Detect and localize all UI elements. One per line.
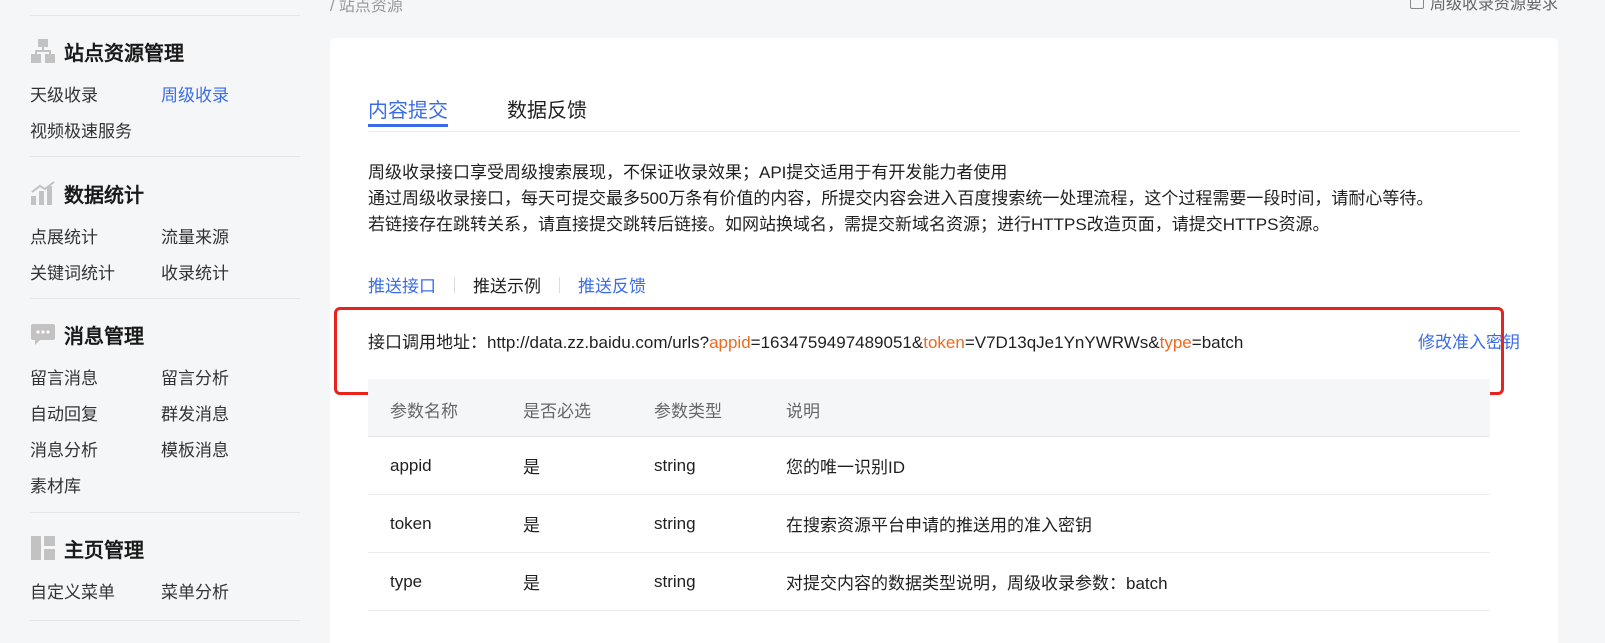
section-title: 主页管理 [64, 539, 144, 562]
sidebar-item-msg-analysis[interactable]: 消息分析 [30, 436, 98, 461]
table-cell: type [390, 571, 423, 591]
sidebar-item-custom-menu[interactable]: 自定义菜单 [30, 578, 115, 603]
tab-data-feedback[interactable]: 数据反馈 [507, 94, 587, 123]
divider [30, 156, 300, 157]
subnav-push-api[interactable]: 推送接口 [368, 272, 436, 297]
table-cell: 您的唯一识别ID [786, 458, 905, 477]
api-url-label: 接口调用地址： [368, 333, 487, 352]
divider [30, 298, 300, 299]
api-url-base: http://data.zz.baidu.com/urls? [487, 333, 710, 352]
table-row: token 是 string 在搜索资源平台申请的推送用的准入密钥 [368, 495, 1490, 553]
column-header: 参数名称 [390, 402, 458, 421]
api-url-row: 接口调用地址：http://data.zz.baidu.com/urls?app… [368, 328, 1520, 353]
sidebar-item-message-analysis[interactable]: 留言分析 [161, 364, 229, 389]
subnav-push-feedback[interactable]: 推送反馈 [578, 272, 646, 297]
divider [454, 276, 455, 293]
sidebar-item-traffic-source[interactable]: 流量来源 [161, 223, 229, 248]
section-title: 站点资源管理 [64, 42, 184, 65]
value-token: =V7D13qJe1YnYWRWs& [964, 333, 1160, 352]
sidebar-item-template-message[interactable]: 模板消息 [161, 436, 229, 461]
table-row: appid 是 string 您的唯一识别ID [368, 437, 1490, 495]
params-table: 参数名称 是否必选 参数类型 说明 appid 是 string 您的唯一识别I… [368, 379, 1490, 611]
sidebar-item-menu-analysis[interactable]: 菜单分析 [161, 578, 229, 603]
param-type: type [1159, 333, 1192, 352]
column-header: 是否必选 [523, 402, 591, 421]
table-cell: 是 [523, 516, 540, 535]
sidebar-item-auto-reply[interactable]: 自动回复 [30, 400, 98, 425]
document-icon [1409, 0, 1424, 9]
table-cell: 是 [523, 458, 540, 477]
subnav-push-example[interactable]: 推送示例 [473, 272, 541, 297]
divider [30, 620, 300, 621]
description-line: 通过周级收录接口，每天可提交最多500万条有价值的内容，所提交内容会进入百度搜索… [368, 189, 1434, 208]
param-token: token [923, 333, 965, 352]
description-line: 周级收录接口享受周级搜索展现，不保证收录效果；API提交适用于有开发能力者使用 [368, 163, 1008, 182]
content-card: 内容提交 数据反馈 周级收录接口享受周级搜索展现，不保证收录效果；API提交适用… [330, 38, 1558, 643]
section-title: 消息管理 [64, 325, 144, 348]
sidebar-item-click-stats[interactable]: 点展统计 [30, 223, 98, 248]
param-appid: appid [709, 333, 751, 352]
section-title: 数据统计 [64, 184, 144, 207]
divider [30, 512, 300, 513]
sidebar: 站点资源管理 天级收录 周级收录 视频极速服务 数据统计 点展统计 流量来源 关… [0, 0, 300, 643]
resource-requirements-link[interactable]: 周级收录资源要求 [1409, 0, 1558, 14]
bar-chart-icon [30, 180, 56, 206]
layout-icon [30, 535, 56, 561]
table-cell: string [654, 571, 696, 591]
sub-navigation: 推送接口 推送示例 推送反馈 [368, 272, 646, 297]
column-header: 参数类型 [654, 402, 722, 421]
sitemap-icon [30, 38, 56, 64]
sidebar-item-mass-message[interactable]: 群发消息 [161, 400, 229, 425]
sidebar-item-keyword-stats[interactable]: 关键词统计 [30, 259, 115, 284]
table-cell: token [390, 513, 432, 533]
sidebar-item-messages[interactable]: 留言消息 [30, 364, 98, 389]
table-cell: string [654, 513, 696, 533]
divider [559, 276, 560, 293]
column-header: 说明 [786, 402, 820, 421]
tab-bar: 内容提交 数据反馈 [368, 94, 1520, 132]
section-home-mgmt: 主页管理 [30, 533, 144, 563]
api-url: 接口调用地址：http://data.zz.baidu.com/urls?app… [368, 328, 1243, 353]
tab-content-submit[interactable]: 内容提交 [368, 94, 448, 127]
table-cell: string [654, 455, 696, 475]
sidebar-item-material-library[interactable]: 素材库 [30, 472, 81, 497]
sidebar-item-video-service[interactable]: 视频极速服务 [30, 117, 132, 142]
table-cell: 在搜索资源平台申请的推送用的准入密钥 [786, 516, 1092, 535]
sidebar-item-daily-index[interactable]: 天级收录 [30, 81, 98, 106]
resource-requirements-label: 周级收录资源要求 [1429, 0, 1558, 13]
section-message-mgmt: 消息管理 [30, 319, 144, 349]
value-type: =batch [1191, 333, 1244, 352]
section-site-resources: 站点资源管理 [30, 36, 184, 66]
divider [30, 15, 300, 16]
table-row: type 是 string 对提交内容的数据类型说明，周级收录参数：batch [368, 553, 1490, 611]
description: 周级收录接口享受周级搜索展现，不保证收录效果；API提交适用于有开发能力者使用 … [368, 160, 1433, 238]
table-cell: appid [390, 455, 432, 475]
value-appid: =1634759497489051& [750, 333, 924, 352]
section-data-stats: 数据统计 [30, 178, 144, 208]
message-icon [30, 321, 56, 347]
description-line: 若链接存在跳转关系，请直接提交跳转后链接。如网站换域名，需提交新域名资源；进行H… [368, 215, 1330, 234]
table-cell: 是 [523, 574, 540, 593]
table-cell: 对提交内容的数据类型说明，周级收录参数：batch [786, 574, 1168, 593]
breadcrumb: / 站点资源 [330, 0, 403, 15]
modify-key-link[interactable]: 修改准入密钥 [1418, 328, 1520, 353]
table-header: 参数名称 是否必选 参数类型 说明 [368, 379, 1490, 437]
sidebar-item-weekly-index[interactable]: 周级收录 [161, 81, 229, 106]
sidebar-item-index-stats[interactable]: 收录统计 [161, 259, 229, 284]
